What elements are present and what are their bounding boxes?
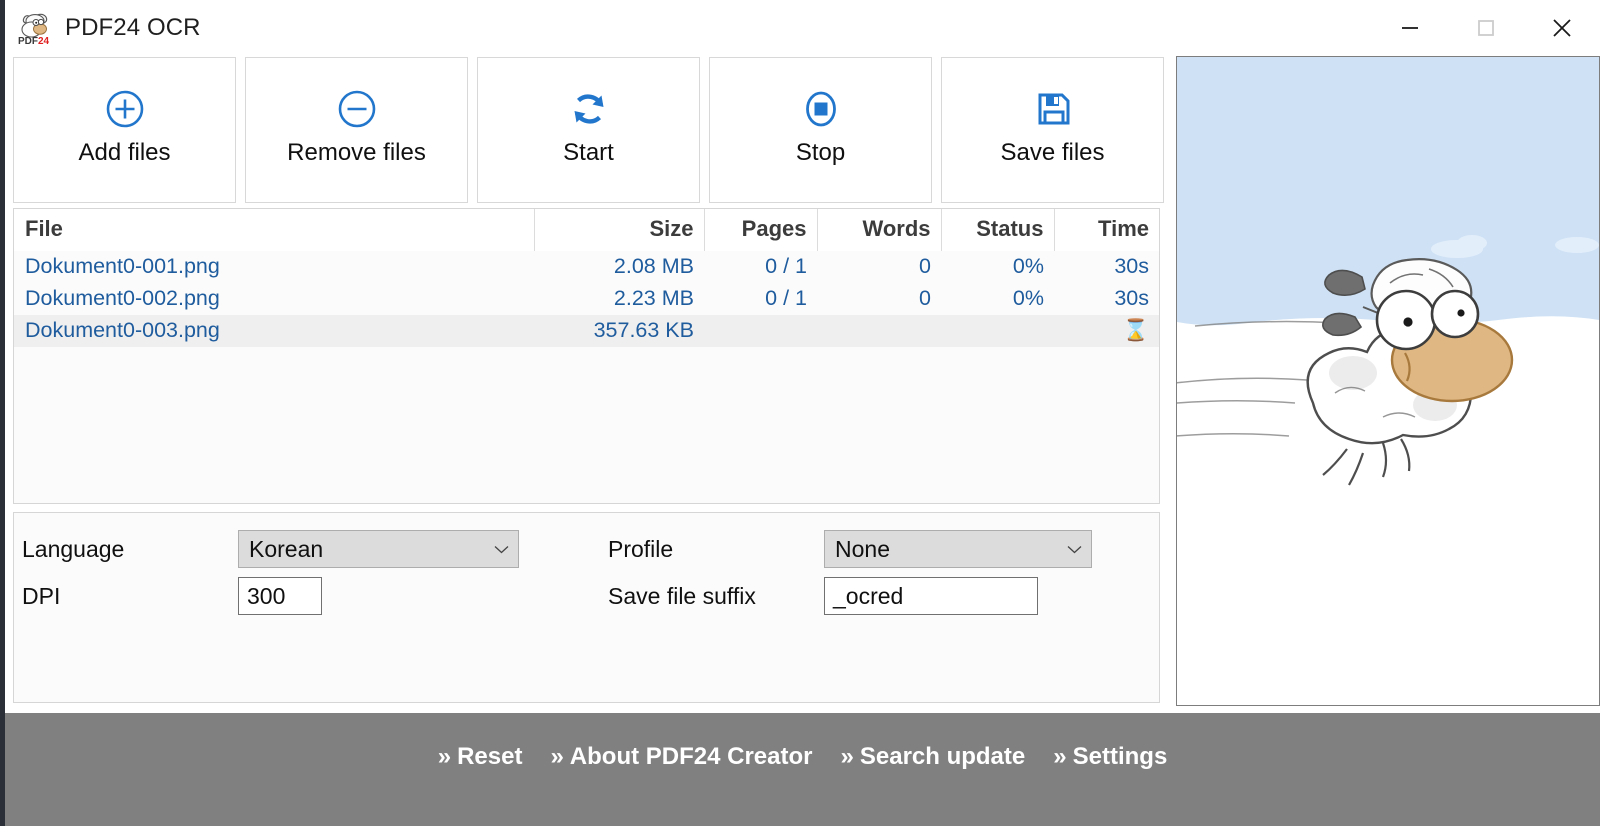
settings-panel: Language Korean DPI 300 Profile None <box>13 512 1160 703</box>
dpi-value: 300 <box>247 583 285 610</box>
cell-pages: 0 / 1 <box>704 251 817 283</box>
cell-words: 0 <box>817 283 941 315</box>
save-file-suffix-input[interactable]: _ocred <box>824 577 1038 615</box>
profile-row: Profile None <box>608 530 1092 568</box>
footer-link-about-pdf24-creator[interactable]: » About PDF24 Creator <box>550 743 812 771</box>
footer-link-settings-label: Settings <box>1073 743 1168 770</box>
column-header-time[interactable]: Time <box>1054 209 1159 251</box>
maximize-button[interactable] <box>1448 0 1524 55</box>
add-files-button[interactable]: Add files <box>13 57 236 203</box>
pdf24-logo-icon: PDF 24 <box>17 10 55 46</box>
circle-stop-square-icon <box>799 87 843 131</box>
column-header-status[interactable]: Status <box>941 209 1054 251</box>
language-value: Korean <box>249 536 323 563</box>
chevron-down-icon <box>494 545 509 554</box>
window-controls <box>1372 0 1600 55</box>
title-bar: PDF 24 PDF24 OCR <box>5 0 1600 55</box>
file-list-panel[interactable]: File Size Pages Words Status Time Dokume… <box>13 208 1160 504</box>
cell-pages <box>704 315 817 347</box>
svg-text:24: 24 <box>38 36 50 46</box>
chevron-down-icon <box>1067 545 1082 554</box>
profile-label: Profile <box>608 536 824 563</box>
column-header-words[interactable]: Words <box>817 209 941 251</box>
footer-link-reset-label: Reset <box>457 743 522 770</box>
footer-link-about-label: About PDF24 Creator <box>570 743 813 770</box>
cell-size: 2.23 MB <box>534 283 704 315</box>
dpi-row: DPI 300 <box>22 577 322 615</box>
dpi-input[interactable]: 300 <box>238 577 322 615</box>
save-file-suffix-row: Save file suffix _ocred <box>608 577 1038 615</box>
start-button[interactable]: Start <box>477 57 700 203</box>
table-row[interactable]: Dokument0-003.png 357.63 KB ⌛ <box>14 315 1159 347</box>
footer-bar: »Reset »About PDF24 Creator »Search upda… <box>5 713 1600 826</box>
column-header-file[interactable]: File <box>14 209 534 251</box>
double-chevron-icon: » <box>550 743 563 770</box>
window-title: PDF24 OCR <box>65 14 201 42</box>
stop-label: Stop <box>796 139 845 167</box>
dpi-label: DPI <box>22 583 238 610</box>
cell-size: 357.63 KB <box>534 315 704 347</box>
close-icon <box>1549 15 1575 41</box>
circle-plus-icon <box>103 87 147 131</box>
floppy-disk-icon <box>1031 87 1075 131</box>
save-files-label: Save files <box>1000 139 1104 167</box>
column-header-pages[interactable]: Pages <box>704 209 817 251</box>
double-chevron-icon: » <box>1053 743 1066 770</box>
table-row[interactable]: Dokument0-001.png 2.08 MB 0 / 1 0 0% 30s <box>14 251 1159 283</box>
cell-status: 0% <box>941 283 1054 315</box>
double-chevron-icon: » <box>841 743 854 770</box>
file-table: File Size Pages Words Status Time Dokume… <box>14 209 1159 347</box>
svg-text:PDF: PDF <box>18 36 38 46</box>
minimize-button[interactable] <box>1372 0 1448 55</box>
double-chevron-icon: » <box>438 743 451 770</box>
cell-pages: 0 / 1 <box>704 283 817 315</box>
cell-status <box>941 315 1054 347</box>
maximize-icon <box>1475 17 1497 39</box>
save-file-suffix-label: Save file suffix <box>608 583 824 610</box>
cell-time: ⌛ <box>1054 315 1159 347</box>
remove-files-button[interactable]: Remove files <box>245 57 468 203</box>
add-files-label: Add files <box>78 139 170 167</box>
title-bar-left: PDF 24 PDF24 OCR <box>5 10 201 46</box>
start-label: Start <box>563 139 614 167</box>
footer-link-reset[interactable]: »Reset <box>438 743 523 771</box>
footer-link-search-update-label: Search update <box>860 743 1025 770</box>
cell-words: 0 <box>817 251 941 283</box>
sheep-preview-panel <box>1176 56 1600 706</box>
profile-value: None <box>835 536 890 563</box>
cell-file: Dokument0-003.png <box>14 315 534 347</box>
footer-link-settings[interactable]: » Settings <box>1053 743 1167 771</box>
cell-status: 0% <box>941 251 1054 283</box>
save-files-button[interactable]: Save files <box>941 57 1164 203</box>
pdf24-ocr-window: PDF 24 PDF24 OCR <box>0 0 1600 826</box>
cell-file: Dokument0-002.png <box>14 283 534 315</box>
minimize-icon <box>1399 17 1421 39</box>
cell-file: Dokument0-001.png <box>14 251 534 283</box>
remove-files-label: Remove files <box>287 139 426 167</box>
language-select[interactable]: Korean <box>238 530 519 568</box>
flying-sheep-illustration <box>1177 57 1599 705</box>
close-button[interactable] <box>1524 0 1600 55</box>
footer-links: »Reset »About PDF24 Creator »Search upda… <box>438 743 1168 771</box>
table-row[interactable]: Dokument0-002.png 2.23 MB 0 / 1 0 0% 30s <box>14 283 1159 315</box>
hourglass-icon: ⌛ <box>1123 319 1149 342</box>
cell-time: 30s <box>1054 283 1159 315</box>
cell-size: 2.08 MB <box>534 251 704 283</box>
cell-time: 30s <box>1054 251 1159 283</box>
profile-select[interactable]: None <box>824 530 1092 568</box>
language-label: Language <box>22 536 238 563</box>
table-header-row: File Size Pages Words Status Time <box>14 209 1159 251</box>
main-toolbar: Add files Remove files <box>10 57 1170 203</box>
column-header-size[interactable]: Size <box>534 209 704 251</box>
save-file-suffix-value: _ocred <box>833 583 903 610</box>
language-row: Language Korean <box>22 530 519 568</box>
cell-words <box>817 315 941 347</box>
circle-minus-icon <box>335 87 379 131</box>
stop-button[interactable]: Stop <box>709 57 932 203</box>
footer-link-search-update[interactable]: »Search update <box>841 743 1026 771</box>
refresh-circular-arrows-icon <box>567 87 611 131</box>
